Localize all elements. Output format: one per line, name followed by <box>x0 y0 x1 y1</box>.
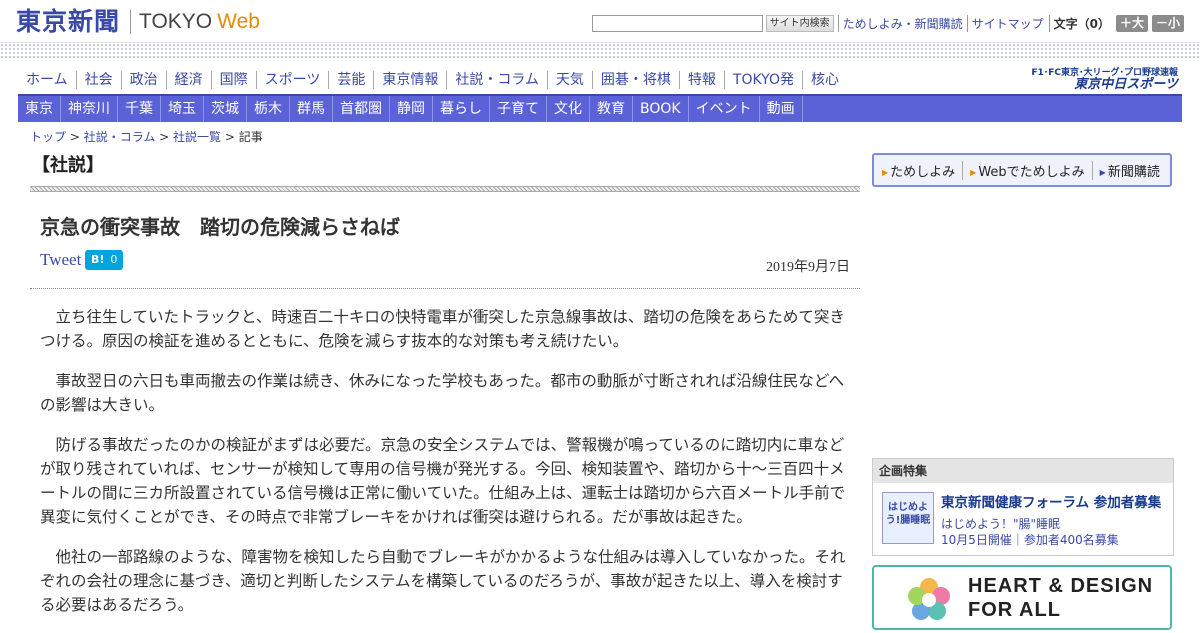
subnav-item-education[interactable]: 教育 <box>590 96 633 122</box>
nav-item-economy[interactable]: 経済 <box>165 71 211 89</box>
web-trial-link[interactable]: Webでためしよみ <box>962 160 1092 180</box>
nav-item-tokyo-info[interactable]: 東京情報 <box>373 71 446 89</box>
feature-thumbnail[interactable]: はじめよう!腸睡眠 <box>882 492 934 544</box>
header-utilities: サイト内検索 ためしよみ・新聞購読 サイトマップ 文字（0） ＋大 －小 <box>591 15 1184 32</box>
hatena-icon: B! <box>91 253 105 266</box>
main-nav: ホーム 社会 政治 経済 国際 スポーツ 芸能 東京情報 社説・コラム 天気 囲… <box>18 71 847 89</box>
nav-item-kakushin[interactable]: 核心 <box>801 71 847 89</box>
site-search-button[interactable]: サイト内検索 <box>765 15 834 32</box>
subnav-item-chiba[interactable]: 千葉 <box>118 96 161 122</box>
subnav-item-gunma[interactable]: 群馬 <box>290 96 333 122</box>
nav-item-society[interactable]: 社会 <box>75 71 121 89</box>
section-stripe <box>30 186 860 192</box>
heart-design-logo-icon <box>908 578 950 620</box>
subnav-item-culture[interactable]: 文化 <box>547 96 590 122</box>
nav-item-international[interactable]: 国際 <box>210 71 256 89</box>
logo-tokyo: TOKYO <box>139 10 213 33</box>
header-dot-band <box>0 42 1200 60</box>
font-size-label: 文字（0） <box>1048 15 1110 32</box>
subnav-item-tochigi[interactable]: 栃木 <box>247 96 290 122</box>
article-paragraph: 立ち往生していたトラックと、時速百二十キロの快特電車が衝突した京急線事故は、踏切… <box>40 308 845 350</box>
breadcrumb-current: 記事 <box>238 130 263 144</box>
sports-banner-title: 東京中日スポーツ <box>1074 77 1178 92</box>
font-bigger-button[interactable]: ＋大 <box>1115 15 1148 32</box>
article-paragraph: 防げる事故だったのかの検証がまずは必要だ。京急の安全システムでは、警報機が鳴って… <box>40 436 846 526</box>
breadcrumb-editorial-list[interactable]: 社説一覧 <box>173 130 221 144</box>
breadcrumb-editorial[interactable]: 社説・コラム <box>84 130 156 144</box>
chunichi-sports-banner[interactable]: F1･FC東京･大リーグ･プロ野球速報 東京中日スポーツ <box>1031 65 1178 92</box>
subnav-item-event[interactable]: イベント <box>689 96 760 122</box>
article-date: 2019年9月7日 <box>766 260 850 275</box>
feature-heading: 企画特集 <box>873 459 1173 483</box>
article: 【社説】 京急の衝突事故 踏切の危険減らさねば Tweet B! 0 2019年9… <box>30 150 860 633</box>
article-paragraph: 他社の一部路線のような、障害物を検知したら自動でブレーキがかかるような仕組みは導… <box>40 548 846 614</box>
tweet-button[interactable]: Tweet <box>40 250 81 270</box>
site-search-input[interactable] <box>591 15 763 32</box>
feature-subtitle[interactable]: はじめよう！"腸"睡眠 <box>941 515 1060 532</box>
site-header: 東京新聞 TOKYO Web サイト内検索 ためしよみ・新聞購読 サイトマップ … <box>0 0 1200 42</box>
subnav-item-saitama[interactable]: 埼玉 <box>161 96 204 122</box>
hatena-count: 0 <box>110 253 118 266</box>
subnav-item-shizuoka[interactable]: 静岡 <box>390 96 433 122</box>
nav-item-tokyo-hatsu[interactable]: TOKYO発 <box>723 71 802 89</box>
heart-design-text: HEART & DESIGN FOR ALL <box>968 574 1153 622</box>
nav-item-home[interactable]: ホーム <box>18 71 76 89</box>
sub-nav: 東京 神奈川 千葉 埼玉 茨城 栃木 群馬 首都圏 静岡 暮らし 子育て 文化 … <box>18 96 1182 122</box>
nav-item-entertainment[interactable]: 芸能 <box>328 71 373 89</box>
font-smaller-button[interactable]: －小 <box>1151 15 1184 32</box>
feature-info: 10月5日開催｜参加者400名募集 <box>941 533 1119 547</box>
feature-box: 企画特集 はじめよう!腸睡眠 東京新聞健康フォーラム 参加者募集 はじめよう！"… <box>872 458 1174 556</box>
section-title: 【社説】 <box>32 155 104 176</box>
nav-item-weather[interactable]: 天気 <box>546 71 592 89</box>
heart-design-banner[interactable]: HEART & DESIGN FOR ALL <box>872 565 1172 630</box>
article-meta: Tweet B! 0 2019年9月7日 <box>30 249 860 289</box>
article-headline: 京急の衝突事故 踏切の危険減らさねば <box>40 215 400 239</box>
nav-item-editorial[interactable]: 社説・コラム <box>446 71 547 89</box>
trial-read-link[interactable]: ためしよみ <box>882 161 962 180</box>
heart-design-line2: FOR ALL <box>968 599 1061 621</box>
feature-title-link[interactable]: 東京新聞健康フォーラム 参加者募集 <box>941 491 1161 511</box>
site-logo[interactable]: 東京新聞 TOKYO Web <box>16 8 260 36</box>
logo-japanese: 東京新聞 <box>16 7 121 36</box>
nav-item-go-shogi[interactable]: 囲碁・将棋 <box>591 71 679 89</box>
subnav-item-kanagawa[interactable]: 神奈川 <box>61 96 118 122</box>
subnav-item-book[interactable]: BOOK <box>633 96 689 122</box>
article-body: 立ち往生していたトラックと、時速百二十キロの快特電車が衝突した京急線事故は、踏切… <box>30 305 860 617</box>
trial-subscribe-link[interactable]: ためしよみ・新聞購読 <box>837 15 963 32</box>
subnav-item-living[interactable]: 暮らし <box>433 96 490 122</box>
subnav-item-video[interactable]: 動画 <box>760 96 803 122</box>
subnav-item-ibaraki[interactable]: 茨城 <box>204 96 247 122</box>
hatena-bookmark-button[interactable]: B! 0 <box>85 250 124 270</box>
article-paragraph: 事故翌日の六日も車両撤去の作業は続き、休みになった学校もあった。都市の動脈が寸断… <box>40 372 845 414</box>
nav-item-tokuho[interactable]: 特報 <box>678 71 724 89</box>
subscribe-link[interactable]: 新聞購読 <box>1091 160 1167 180</box>
breadcrumb: トップ > 社説・コラム > 社説一覧 > 記事 <box>30 130 263 144</box>
sitemap-link[interactable]: サイトマップ <box>966 15 1044 32</box>
subnav-item-tokyo[interactable]: 東京 <box>18 96 61 122</box>
trial-subscribe-box: ためしよみ Webでためしよみ 新聞購読 <box>872 153 1172 187</box>
breadcrumb-top[interactable]: トップ <box>30 130 66 144</box>
subnav-item-parenting[interactable]: 子育て <box>490 96 547 122</box>
logo-web: Web <box>217 10 260 33</box>
subnav-item-shutoken[interactable]: 首都圏 <box>333 96 390 122</box>
nav-item-sports[interactable]: スポーツ <box>255 71 329 89</box>
nav-item-politics[interactable]: 政治 <box>120 71 166 89</box>
logo-divider <box>130 10 132 34</box>
heart-design-line1: HEART & DESIGN <box>968 575 1154 597</box>
